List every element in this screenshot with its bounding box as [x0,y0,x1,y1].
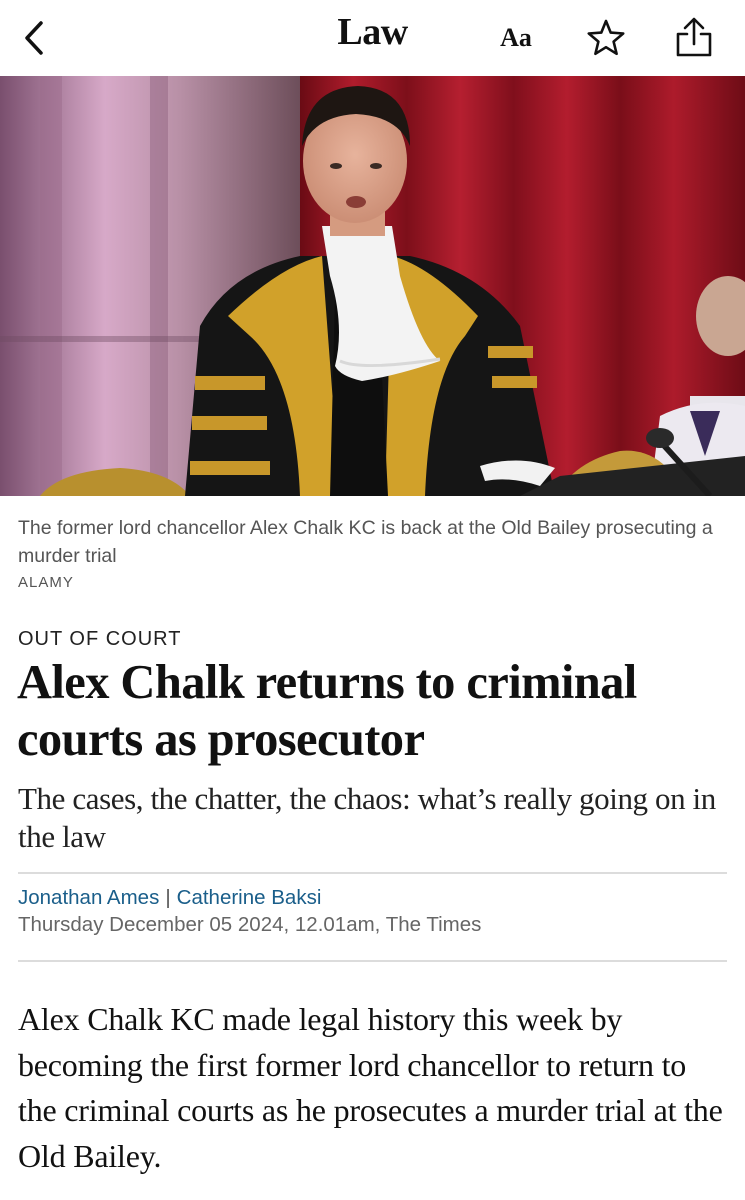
section-title[interactable]: Law [337,11,408,53]
chevron-left-icon [25,21,43,55]
hero-photo [0,76,745,496]
author-link-jonathan-ames[interactable]: Jonathan Ames [18,886,159,909]
divider [18,872,727,874]
byline: Jonathan Ames | Catherine Baksi [18,884,321,912]
hero-photo-illustration [0,76,745,496]
article-headline: Alex Chalk returns to criminal courts as… [17,656,637,766]
font-size-button[interactable]: Aa [492,18,540,58]
section-title-wrap: Law [0,10,745,54]
article-body-paragraph: Alex Chalk KC made legal history this we… [18,1001,723,1174]
author-separator: | [165,886,171,909]
author-link-catherine-baksi[interactable]: Catherine Baksi [177,886,322,909]
dateline: Thursday December 05 2024, 12.01am, The … [18,913,482,936]
divider [18,960,727,962]
share-button[interactable] [670,12,718,62]
image-credit: ALAMY [18,574,74,591]
back-button[interactable] [14,14,54,62]
share-icon [676,17,712,57]
font-size-label: Aa [500,23,532,52]
article-standfirst: The cases, the chatter, the chaos: what’… [18,781,716,854]
star-icon [587,19,625,56]
bookmark-button[interactable] [584,14,628,62]
image-caption: The former lord chancellor Alex Chalk KC… [18,517,713,567]
column-kicker[interactable]: OUT OF COURT [18,628,181,651]
top-bar: Law Aa [0,0,745,76]
